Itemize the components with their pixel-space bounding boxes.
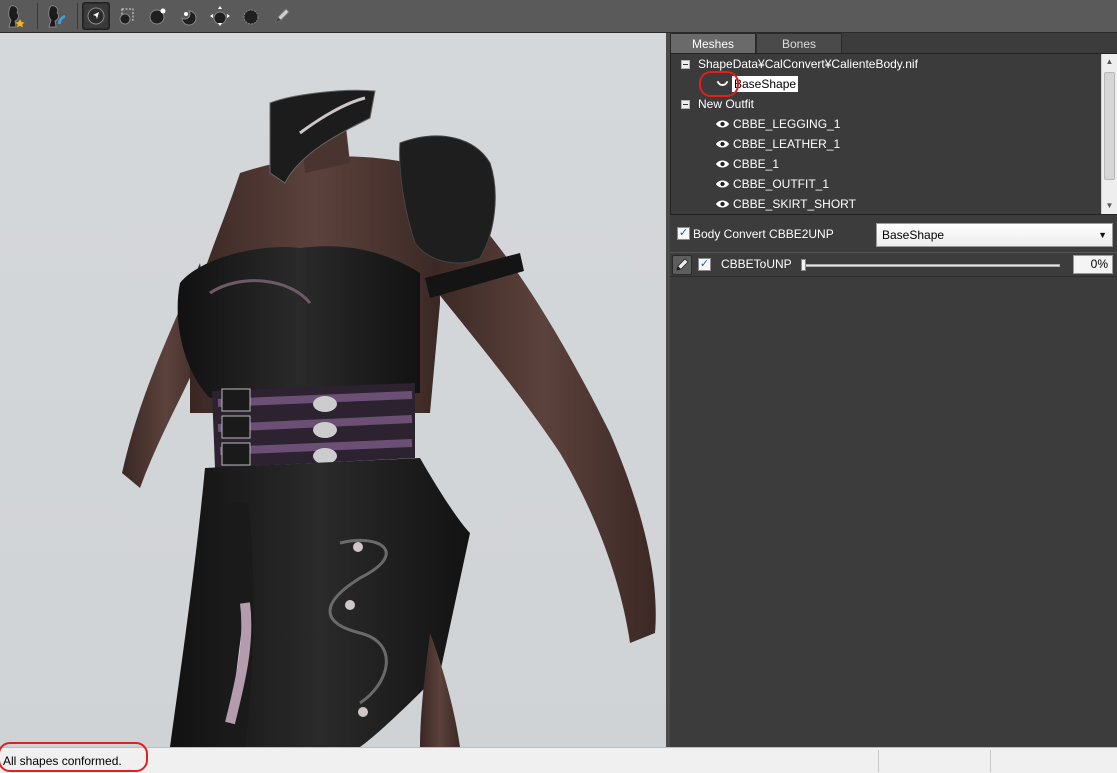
tree-item-outfit-shape[interactable]: CBBE_OUTFIT_1	[671, 174, 1117, 194]
deflate-brush-button[interactable]	[175, 2, 203, 30]
edit-slider-button[interactable]	[672, 255, 692, 275]
reference-group-label: ShapeData¥CalConvert¥CalienteBody.nif	[698, 57, 918, 71]
chevron-down-icon: ▼	[1098, 230, 1107, 240]
conversion-checkbox[interactable]: ✓	[677, 227, 690, 240]
tree-item-outfit-shape[interactable]: CBBE_SKIRT_SHORT	[671, 194, 1117, 214]
shape-label: CBBE_1	[733, 157, 780, 171]
shape-label: CBBE_LEATHER_1	[733, 137, 841, 151]
shape-select[interactable]: BaseShape ▼	[876, 223, 1113, 247]
slider-track[interactable]	[802, 264, 1060, 267]
mesh-tree: ShapeData¥CalConvert¥CalienteBody.nif Ba…	[670, 53, 1117, 215]
panel-tabs: Meshes Bones	[670, 33, 1117, 53]
slider-value-field[interactable]: 0%	[1073, 255, 1113, 274]
toolbar-separator	[77, 3, 78, 29]
tree-scrollbar[interactable]: ▲ ▼	[1101, 54, 1117, 214]
status-section	[878, 750, 990, 772]
tree-item-reference-shape[interactable]: BaseShape	[671, 74, 1117, 94]
smooth-brush-icon	[243, 9, 259, 25]
select-brush-button[interactable]	[82, 2, 110, 30]
scrollbar-thumb[interactable]	[1104, 72, 1115, 180]
conversion-label: Body Convert CBBE2UNP	[693, 227, 834, 241]
hidden-eye-icon[interactable]	[715, 78, 730, 88]
move-brush-icon	[210, 6, 230, 26]
mask-brush-icon	[119, 8, 134, 25]
eye-icon[interactable]	[715, 179, 730, 189]
tab-meshes[interactable]: Meshes	[670, 33, 756, 53]
pencil-icon	[676, 258, 689, 271]
load-outfit-icon	[48, 5, 65, 28]
scroll-down-icon[interactable]: ▼	[1102, 199, 1117, 213]
shape-label: CBBE_LEGGING_1	[733, 117, 841, 131]
shape-label: CBBE_SKIRT_SHORT	[733, 197, 856, 211]
tree-item-outfit-shape[interactable]: CBBE_LEATHER_1	[671, 134, 1117, 154]
shape-select-value: BaseShape	[882, 228, 945, 242]
conversion-row: ✓ Body Convert CBBE2UNP BaseShape ▼	[670, 215, 1117, 253]
eye-icon[interactable]	[715, 119, 730, 129]
collapse-icon[interactable]	[681, 60, 690, 69]
move-brush-button[interactable]	[206, 2, 234, 30]
status-message: All shapes conformed.	[3, 754, 122, 768]
inflate-brush-icon	[149, 8, 166, 25]
reference-shape-label: BaseShape	[732, 76, 799, 92]
select-brush-icon	[87, 7, 105, 25]
scroll-up-icon[interactable]: ▲	[1102, 55, 1117, 69]
collapse-icon[interactable]	[681, 100, 690, 109]
load-outfit-button[interactable]	[42, 2, 70, 30]
status-section	[990, 750, 1117, 772]
slider-row: ✓ CBBEToUNP 0%	[670, 253, 1117, 277]
slider-name: CBBEToUNP	[721, 257, 792, 271]
tab-bones[interactable]: Bones	[756, 33, 842, 53]
eye-icon[interactable]	[715, 159, 730, 169]
weight-brush-icon	[275, 8, 290, 23]
mask-brush-button[interactable]	[113, 2, 141, 30]
right-panel: Meshes Bones ShapeData¥CalConvert¥Calien…	[670, 33, 1117, 747]
status-bar: All shapes conformed.	[0, 742, 1117, 773]
outfit-group-label: New Outfit	[698, 97, 755, 111]
load-reference-icon	[8, 5, 25, 28]
toolbar-separator	[37, 3, 38, 29]
shape-label: CBBE_OUTFIT_1	[733, 177, 830, 191]
tree-group-reference[interactable]: ShapeData¥CalConvert¥CalienteBody.nif	[671, 54, 1117, 74]
eye-icon[interactable]	[715, 199, 730, 209]
tree-group-outfit[interactable]: New Outfit	[671, 94, 1117, 114]
tree-item-outfit-shape[interactable]: CBBE_LEGGING_1	[671, 114, 1117, 134]
character-model	[122, 89, 656, 747]
eye-icon[interactable]	[715, 139, 730, 149]
inflate-brush-button[interactable]	[144, 2, 172, 30]
tree-item-outfit-shape[interactable]: CBBE_1	[671, 154, 1117, 174]
slider-checkbox[interactable]: ✓	[698, 258, 711, 271]
toolbar	[0, 0, 1117, 33]
slider-thumb[interactable]	[801, 259, 806, 271]
deflate-brush-icon	[181, 10, 197, 26]
3d-viewport[interactable]	[0, 33, 666, 747]
load-reference-button[interactable]	[2, 2, 30, 30]
smooth-brush-button[interactable]	[237, 2, 265, 30]
weight-brush-button[interactable]	[268, 2, 296, 30]
